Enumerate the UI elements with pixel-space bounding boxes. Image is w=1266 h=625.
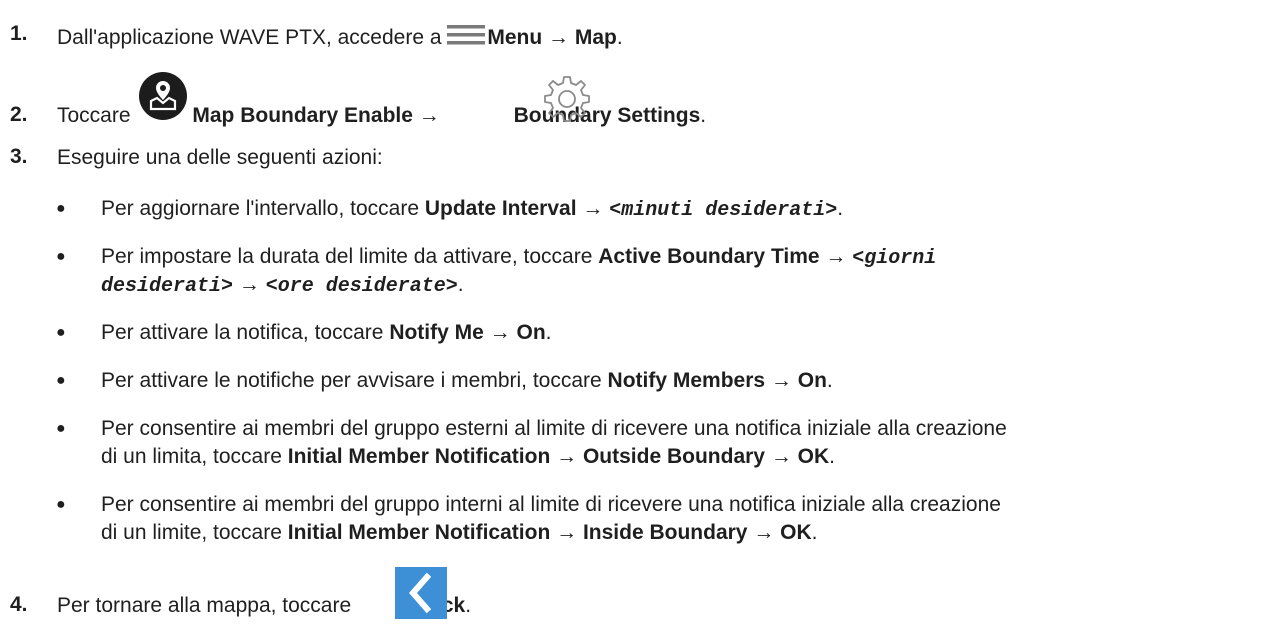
arrow: → xyxy=(765,369,798,392)
step-number: 2. xyxy=(10,103,28,126)
period: . xyxy=(457,273,464,296)
update-interval-label: Update Interval xyxy=(424,197,577,220)
map-boundary-enable-label: Map Boundary Enable xyxy=(192,104,413,127)
arrow: → xyxy=(412,104,446,127)
menu-icon xyxy=(447,24,486,46)
outside-boundary-label: Outside Boundary xyxy=(582,445,765,468)
arrow: → xyxy=(550,445,583,468)
step-text: Per tornare alla mappa, toccare xyxy=(57,594,357,617)
action-text: Per attivare la notifica, toccare xyxy=(101,321,390,344)
step-text: Toccare xyxy=(57,104,137,127)
bullet: ● xyxy=(56,200,66,217)
initial-member-notification-label: Initial Member Notification xyxy=(287,521,551,544)
action-outside-boundary-line1: Per consentire ai membri del gruppo este… xyxy=(101,417,1007,440)
action-inside-boundary-line2: di un limite, toccare Initial Member Not… xyxy=(101,520,818,546)
step-number: 1. xyxy=(10,22,28,45)
step-1-text: Dall'applicazione WAVE PTX, accedere a M… xyxy=(57,22,623,51)
ok-label: OK xyxy=(780,521,812,544)
arrow: → xyxy=(764,445,798,468)
arrow: → xyxy=(550,521,583,544)
map-label: Map xyxy=(574,26,617,49)
action-text: Per aggiornare l'intervallo, toccare xyxy=(101,197,425,220)
arrow: → xyxy=(747,521,781,544)
period: . xyxy=(465,594,472,617)
hours-placeholder: <ore desiderate> xyxy=(265,275,458,298)
action-text: Per attivare le notifiche per avvisare i… xyxy=(101,369,608,392)
map-boundary-icon xyxy=(138,71,188,121)
action-active-boundary-time-cont: desiderati> → <ore desiderate>. xyxy=(101,272,464,300)
arrow: → xyxy=(483,321,517,344)
initial-member-notification-label: Initial Member Notification xyxy=(287,445,551,468)
action-active-boundary-time: Per impostare la durata del limite da at… xyxy=(101,244,936,272)
action-notify-members: Per attivare le notifiche per avvisare i… xyxy=(101,368,833,394)
action-text: di un limite, toccare xyxy=(101,521,288,544)
ok-label: OK xyxy=(797,445,830,468)
period: . xyxy=(811,521,818,544)
period: . xyxy=(826,369,833,392)
period: . xyxy=(545,321,552,344)
period: . xyxy=(837,197,844,220)
arrow: → xyxy=(542,26,575,49)
step-3-text: Eseguire una delle seguenti azioni: xyxy=(57,146,383,169)
action-text: di un limita, toccare xyxy=(101,445,288,468)
days-placeholder: <giorni xyxy=(852,247,937,270)
days-placeholder-cont: desiderati> xyxy=(101,275,234,298)
notify-members-label: Notify Members xyxy=(607,369,766,392)
bullet: ● xyxy=(56,420,66,437)
action-outside-boundary-line2: di un limita, toccare Initial Member Not… xyxy=(101,444,835,470)
step-number: 4. xyxy=(10,593,28,616)
notify-me-label: Notify Me xyxy=(389,321,484,344)
period: . xyxy=(700,104,707,127)
period: . xyxy=(616,26,623,49)
period: . xyxy=(829,445,835,468)
arrow: → xyxy=(576,197,610,220)
action-update-interval: Per aggiornare l'intervallo, toccare Upd… xyxy=(101,196,843,224)
action-inside-boundary-line1: Per consentire ai membri del gruppo inte… xyxy=(101,493,1001,516)
active-boundary-time-label: Active Boundary Time xyxy=(598,245,820,268)
bullet: ● xyxy=(56,496,66,513)
step-text: Dall'applicazione WAVE PTX, accedere a xyxy=(57,26,448,49)
arrow: → xyxy=(233,273,266,296)
bullet: ● xyxy=(56,248,66,265)
step-number: 3. xyxy=(10,145,28,168)
bullet: ● xyxy=(56,372,66,389)
menu-label: Menu xyxy=(487,26,543,49)
minutes-placeholder: <minuti desiderati> xyxy=(609,199,838,222)
inside-boundary-label: Inside Boundary xyxy=(582,521,748,544)
on-label: On xyxy=(516,321,546,344)
gear-icon xyxy=(542,73,592,123)
arrow: → xyxy=(819,245,853,268)
action-notify-me: Per attivare la notifica, toccare Notify… xyxy=(101,320,552,346)
on-label: On xyxy=(797,369,827,392)
bullet: ● xyxy=(56,324,66,341)
action-text: Per impostare la durata del limite da at… xyxy=(101,245,599,268)
back-icon xyxy=(395,567,447,619)
